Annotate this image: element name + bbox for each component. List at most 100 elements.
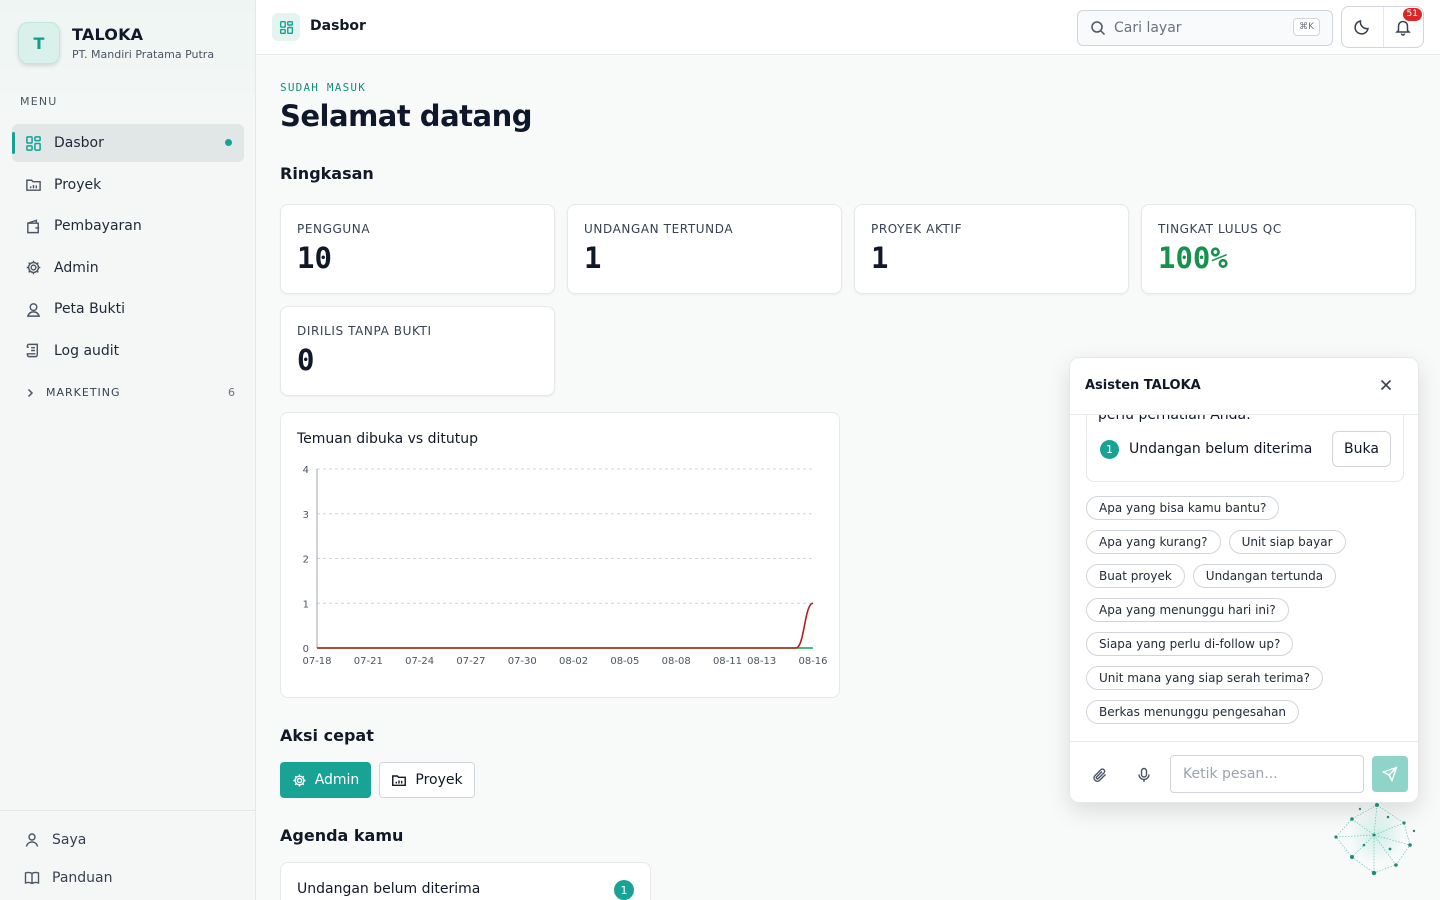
suggestion-chip[interactable]: Unit mana yang siap serah terima? [1086,666,1324,690]
sidebar-item-admin[interactable]: Admin [12,249,244,287]
stat-label: TINGKAT LULUS QC [1158,222,1282,236]
book-icon [24,871,40,885]
sidebar-item-label: Log audit [54,342,120,359]
user-icon [25,833,39,847]
suggestion-chip[interactable]: Apa yang bisa kamu bantu? [1086,496,1280,520]
folder-chart-icon [392,775,407,787]
open-task-button[interactable]: Buka [1332,431,1391,467]
y-tick-label: 2 [303,555,309,566]
admin-button[interactable]: Admin [280,762,371,798]
y-tick-label: 3 [303,510,309,521]
gear-icon [24,259,42,277]
proyek-button[interactable]: Proyek [379,762,475,798]
company-name: PT. Mandiri Pratama Putra [72,48,215,61]
y-tick-label: 4 [303,465,309,476]
stat-value: 10 [297,241,332,275]
close-icon[interactable] [1378,377,1394,393]
x-tick-label: 07-27 [456,656,485,667]
x-tick-label: 08-13 [747,656,776,667]
assistant-header: Asisten TALOKA [1070,358,1418,415]
suggestion-chip[interactable]: Buat proyek [1086,564,1185,588]
shortcut-hint: ⌘K [1293,18,1320,36]
top-actions: 51 [1341,6,1424,48]
search-icon [1091,21,1106,36]
findings-chart-card: Temuan dibuka vs ditutup 0 1 2 3 4 07-18 07-21… [280,412,840,698]
x-tick-label: 08-08 [662,656,691,667]
sidebar-item-label: Admin [54,259,99,276]
stat-card-undangan-tertunda: UNDANGAN TERTUNDA 1 [567,204,842,294]
folder-chart-icon [24,176,42,194]
brand[interactable]: T TALOKA PT. Mandiri Pratama Putra [18,22,214,64]
theme-toggle-button[interactable] [1342,7,1383,47]
assistant-messages[interactable]: perlu perhatian Anda: 1 Undangan belum d… [1070,415,1418,741]
x-tick-label: 08-05 [610,656,639,667]
y-tick-label: 0 [303,644,309,655]
suggestion-chip[interactable]: Apa yang menunggu hari ini? [1086,598,1289,622]
map-pin-icon [24,300,42,318]
findings-line-chart: 0 1 2 3 4 07-18 07-21 07-24 07-27 07-30 08-02 08-05… [302,465,827,667]
sidebar-item-panduan[interactable]: Panduan [0,859,256,897]
brand-name: TALOKA [72,25,144,44]
x-tick-label: 08-11 [713,656,742,667]
x-tick-label: 08-16 [798,656,827,667]
sidebar-item-label: Peta Bukti [54,301,126,317]
stat-label: DIRILIS TANPA BUKTI [297,324,432,338]
sidebar-item-dasbor[interactable]: Dasbor [12,124,244,162]
task-label: Undangan belum diterima [1129,441,1313,457]
sidebar-item-proyek[interactable]: Proyek [12,166,244,204]
eyebrow: SUDAH MASUK [280,81,367,94]
notification-badge: 51 [1402,8,1422,21]
suggestion-chips: Apa yang bisa kamu bantu? Apa yang kuran… [1086,496,1406,734]
agenda-item[interactable]: Undangan belum diterima [297,881,480,897]
sidebar-item-label: Proyek [54,176,102,193]
assistant-task-card: 1 Undangan belum diterima Buka [1086,415,1404,482]
section-marketing[interactable]: MARKETING 6 [24,386,236,399]
suggestion-chip[interactable]: Siapa yang perlu di-follow up? [1086,632,1294,656]
quick-actions-heading: Aksi cepat [280,726,374,745]
agenda-card: Undangan belum diterima 1 [280,862,651,900]
search-input[interactable]: Cari layar ⌘K [1077,10,1333,46]
suggestion-chip[interactable]: Undangan tertunda [1192,564,1337,588]
series-line [317,602,814,649]
suggestion-chip[interactable]: Unit siap bayar [1228,530,1346,554]
section-label: MARKETING [46,386,121,399]
sidebar: T TALOKA PT. Mandiri Pratama Putra MENU … [0,0,256,900]
message-input[interactable] [1170,755,1364,793]
sidebar-item-label: Saya [52,832,87,848]
top-bar: Dasbor Cari layar ⌘K 51 [256,0,1440,55]
paperclip-icon[interactable] [1092,767,1108,783]
chevron-right-icon [27,388,34,397]
scroll-icon [24,342,42,360]
summary-heading: Ringkasan [280,164,374,183]
page-title: Selamat datang [280,99,532,133]
microphone-icon[interactable] [1136,767,1152,783]
assistant-panel: Asisten TALOKA perlu perhatian Anda: 1 U… [1069,357,1419,803]
x-tick-label: 08-02 [559,656,588,667]
sidebar-item-saya[interactable]: Saya [0,821,256,859]
button-label: Admin [314,772,360,788]
sidebar-item-pembayaran[interactable]: Pembayaran [12,207,244,245]
sidebar-item-peta-bukti[interactable]: Peta Bukti [12,290,244,328]
stat-value: 1 [584,241,602,275]
sidebar-item-label: Dasbor [54,135,104,151]
active-indicator [225,139,232,146]
assistant-composer [1070,741,1418,802]
breadcrumb: Dasbor [310,18,366,34]
suggestion-chip[interactable]: Berkas menunggu pengesahan [1086,700,1300,724]
gear-icon [293,774,306,786]
moon-icon [1354,20,1370,35]
suggestion-chip[interactable]: Apa yang kurang? [1086,530,1221,554]
x-tick-label: 07-21 [354,656,383,667]
menu-label: MENU [20,95,58,108]
wallet-icon [24,217,42,235]
notifications-button[interactable]: 51 [1382,7,1424,47]
grid-icon [272,13,300,41]
grid-icon [24,134,42,152]
sidebar-item-log-audit[interactable]: Log audit [12,332,244,370]
task-number-badge: 1 [1100,440,1119,459]
x-tick-label: 07-18 [302,656,331,667]
send-button[interactable] [1372,756,1408,792]
sidebar-nav: Dasbor Proyek Pembayaran Admin Peta Bukt… [12,124,244,373]
x-tick-label: 07-30 [508,656,537,667]
assistant-orb-icon[interactable] [1330,795,1420,880]
